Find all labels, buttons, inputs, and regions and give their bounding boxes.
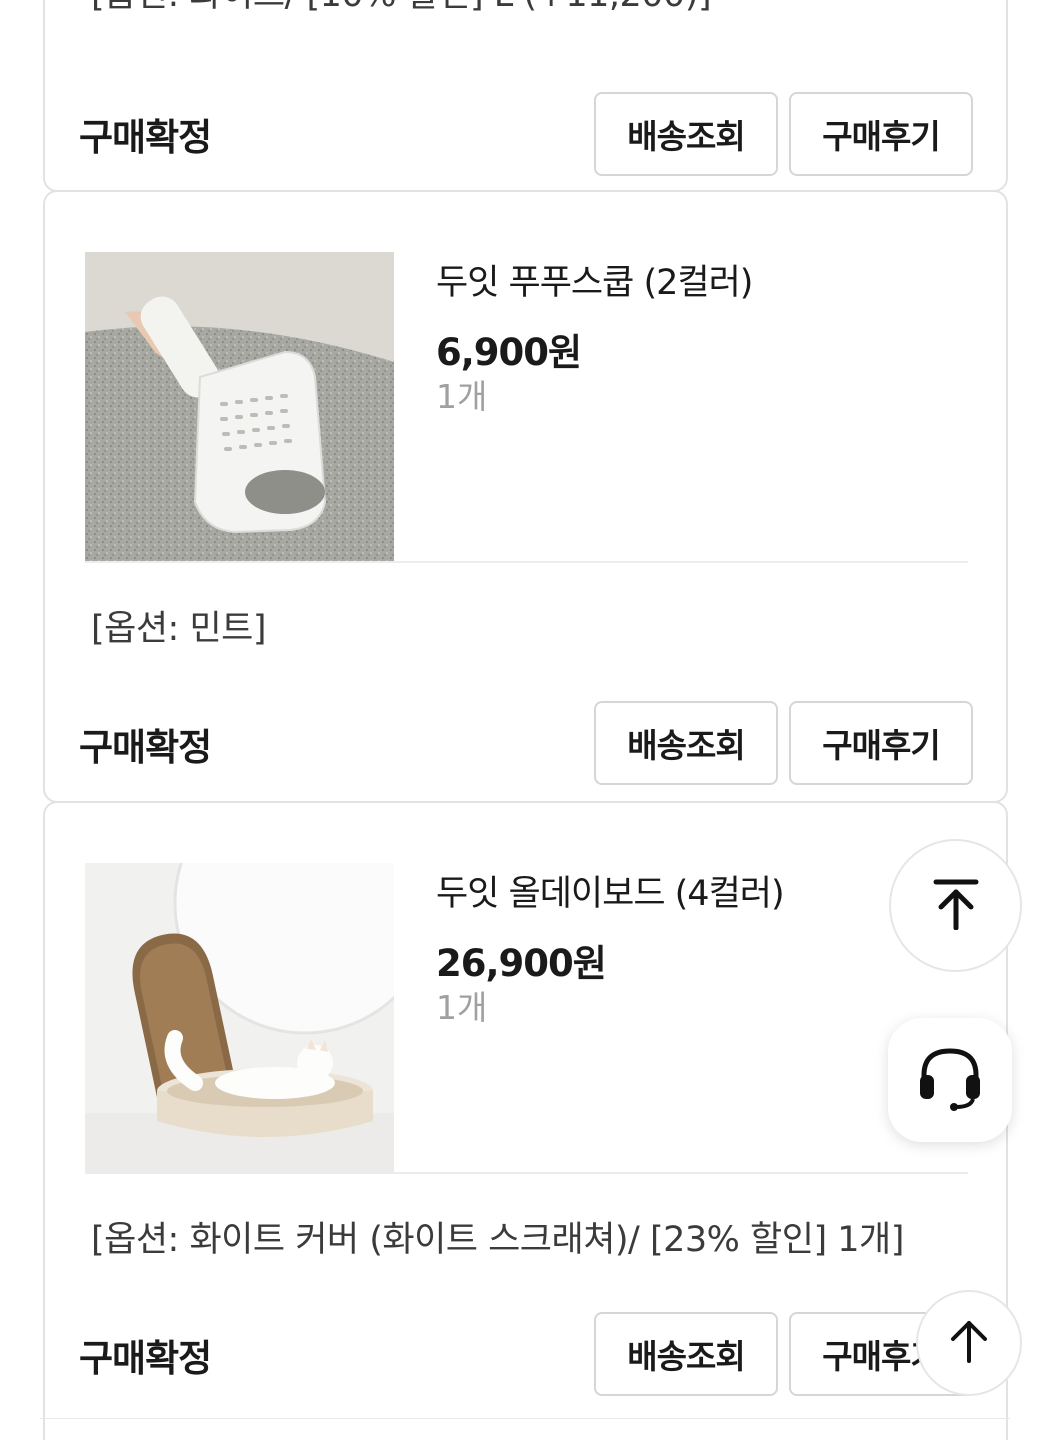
- divider: [85, 1172, 968, 1174]
- product-name[interactable]: 두잇 푸푸스쿱 (2컬러): [436, 254, 753, 305]
- order-card: [옵션: 화이트/ [10% 할인] L (+11,200)] 구매확정 배송조…: [43, 0, 1008, 192]
- customer-support-button[interactable]: [888, 1018, 1012, 1142]
- scroll-to-top-button[interactable]: [889, 839, 1022, 972]
- track-shipping-button[interactable]: 배송조회: [594, 1312, 778, 1396]
- track-shipping-button[interactable]: 배송조회: [594, 701, 778, 785]
- product-image[interactable]: [85, 252, 394, 561]
- option-text: [옵션: 화이트 커버 (화이트 스크래쳐)/ [23% 할인] 1개]: [91, 1220, 904, 1260]
- scroll-up-button[interactable]: [916, 1290, 1022, 1396]
- product-price: 26,900원: [436, 942, 607, 985]
- arrow-up-icon: [949, 1319, 989, 1367]
- order-status: 구매확정: [79, 726, 212, 769]
- order-card: 두잇 올데이보드 (4컬러) 26,900원 1개 [옵션: 화이트 커버 (화…: [43, 801, 1008, 1440]
- option-text: [옵션: 화이트/ [10% 할인] L (+11,200)]: [91, 0, 712, 17]
- option-text: [옵션: 민트]: [91, 609, 267, 649]
- write-review-button[interactable]: 구매후기: [789, 701, 973, 785]
- divider: [85, 561, 968, 563]
- product-image[interactable]: [85, 863, 394, 1172]
- write-review-button[interactable]: 구매후기: [789, 92, 973, 176]
- order-status: 구매확정: [79, 116, 212, 159]
- product-price: 6,900원: [436, 331, 582, 374]
- product-quantity: 1개: [436, 377, 488, 416]
- track-shipping-button[interactable]: 배송조회: [594, 92, 778, 176]
- order-status: 구매확정: [79, 1337, 212, 1380]
- product-name[interactable]: 두잇 올데이보드 (4컬러): [436, 865, 785, 916]
- order-history-page: [옵션: 화이트/ [10% 할인] L (+11,200)] 구매확정 배송조…: [0, 0, 1051, 1440]
- order-card: 두잇 푸푸스쿱 (2컬러) 6,900원 1개 [옵션: 민트] 구매확정 배송…: [43, 190, 1008, 803]
- divider: [40, 1418, 1010, 1419]
- product-quantity: 1개: [436, 988, 488, 1027]
- litter-scoop-photo: [85, 252, 394, 561]
- headset-icon: [916, 1045, 984, 1115]
- arrow-to-top-icon: [933, 878, 979, 934]
- scratcher-board-photo: [85, 863, 394, 1172]
